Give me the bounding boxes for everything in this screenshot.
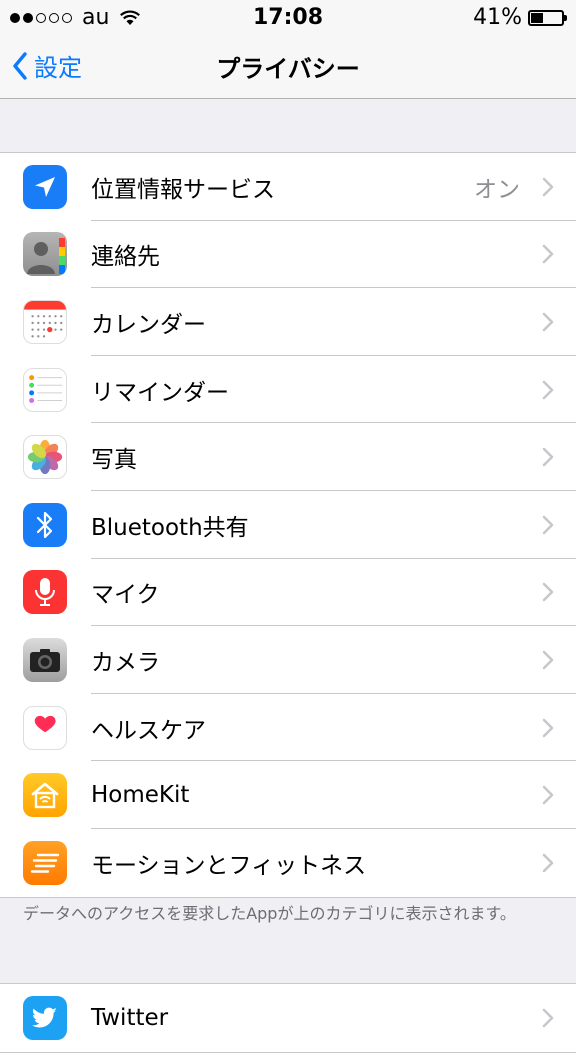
camera-icon <box>23 637 67 682</box>
privacy-item-health[interactable]: ヘルスケア <box>0 694 576 762</box>
signal-strength-icon <box>10 12 72 23</box>
chevron-right-icon <box>542 718 554 737</box>
privacy-item-motion-fitness[interactable]: モーションとフィットネス <box>0 829 576 897</box>
privacy-item-contacts[interactable]: 連絡先 <box>0 221 576 289</box>
privacy-item-value: オン <box>474 176 520 203</box>
wifi-icon <box>120 10 141 25</box>
chevron-right-icon <box>542 245 554 264</box>
privacy-item-label: マイク <box>91 582 160 609</box>
chevron-right-icon <box>542 583 554 602</box>
carrier-name: au <box>82 5 110 30</box>
page-title: プライバシー <box>216 55 360 83</box>
status-left: au <box>10 5 141 30</box>
chevron-right-icon <box>542 515 554 535</box>
chevron-right-icon <box>542 1008 554 1028</box>
privacy-item-bluetooth-sharing[interactable]: Bluetooth共有 <box>0 491 576 559</box>
privacy-item-reminders[interactable]: リマインダー <box>0 356 576 424</box>
privacy-item-microphone[interactable]: マイク <box>0 559 576 627</box>
privacy-item-photos[interactable]: 写真 <box>0 423 576 491</box>
privacy-item-label: カレンダー <box>91 311 206 338</box>
privacy-item-label: カメラ <box>91 649 160 676</box>
status-bar: au 17:08 41% <box>0 0 576 36</box>
privacy-item-label: Bluetooth共有 <box>91 514 249 541</box>
chevron-right-icon <box>542 650 554 670</box>
privacy-item-location-services[interactable]: 位置情報サービス オン <box>0 153 576 221</box>
app-item-twitter[interactable]: Twitter <box>0 984 576 1052</box>
chevron-right-icon <box>542 380 554 399</box>
privacy-category-list: 位置情報サービス オン 連絡先 カレンダー リマインダー 写真 Bluetoot… <box>0 152 576 898</box>
photos-icon <box>23 435 67 480</box>
privacy-item-label: 位置情報サービス <box>91 176 275 203</box>
privacy-item-camera[interactable]: カメラ <box>0 626 576 694</box>
calendar-icon <box>23 299 67 344</box>
chevron-right-icon <box>542 177 554 197</box>
status-right: 41% <box>473 5 567 30</box>
chevron-right-icon <box>542 447 554 467</box>
privacy-item-calendar[interactable]: カレンダー <box>0 288 576 356</box>
chevron-right-icon <box>542 853 554 873</box>
reminders-icon <box>23 367 67 412</box>
privacy-item-label: 写真 <box>91 447 137 474</box>
navigation-bar: 設定 プライバシー <box>0 36 576 99</box>
battery-icon <box>528 9 567 26</box>
homekit-icon <box>23 773 67 818</box>
app-item-label: Twitter <box>91 1004 169 1031</box>
contacts-icon <box>23 232 67 277</box>
chevron-right-icon <box>542 312 554 332</box>
privacy-item-homekit[interactable]: HomeKit <box>0 761 576 829</box>
microphone-icon <box>23 570 67 615</box>
chevron-right-icon <box>542 785 554 805</box>
privacy-item-label: リマインダー <box>91 379 229 406</box>
privacy-item-label: ヘルスケア <box>91 717 206 744</box>
twitter-icon <box>23 995 67 1040</box>
section-footer-note: データへのアクセスを要求したAppが上のカテゴリに表示されます。 <box>23 904 516 923</box>
battery-percent: 41% <box>473 5 522 30</box>
bluetooth-icon <box>23 502 67 547</box>
app-list: Twitter <box>0 983 576 1053</box>
health-heart-icon <box>23 705 67 750</box>
motion-fitness-icon <box>23 840 67 885</box>
privacy-item-label: 連絡先 <box>91 244 160 271</box>
privacy-item-label: HomeKit <box>91 782 190 809</box>
location-arrow-icon <box>23 164 67 209</box>
privacy-item-label: モーションとフィットネス <box>91 852 367 879</box>
